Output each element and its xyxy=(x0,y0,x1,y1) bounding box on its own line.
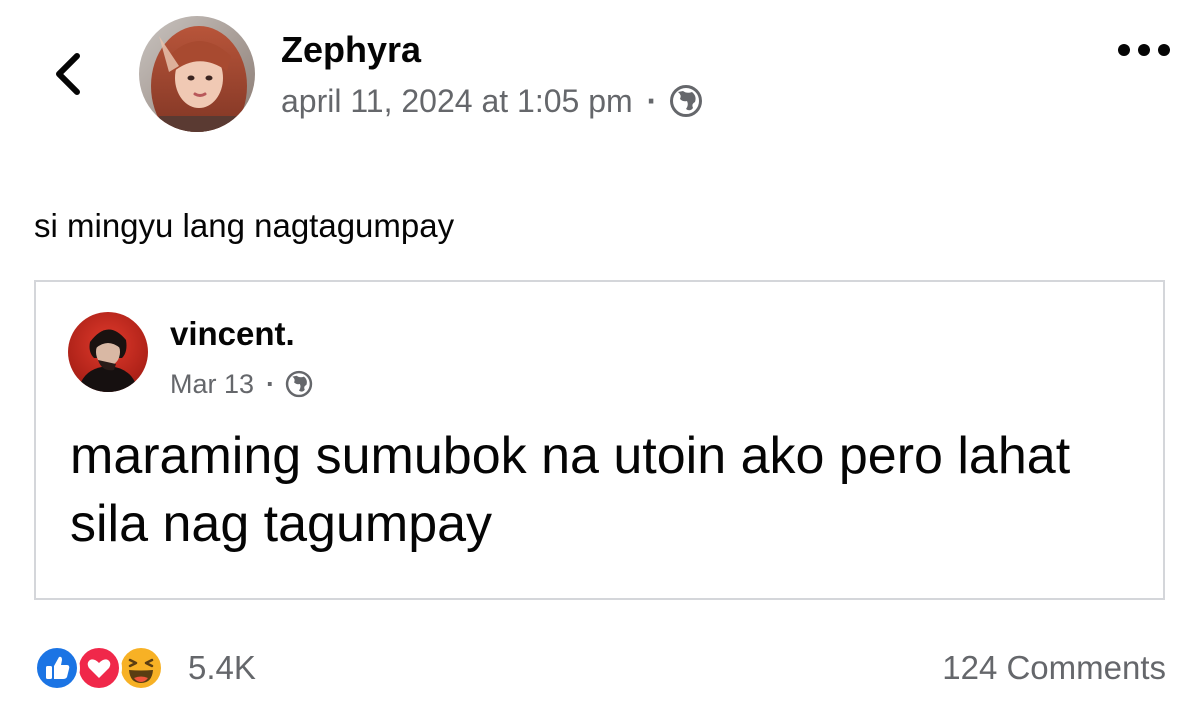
meta-separator: · xyxy=(266,368,276,399)
profile-photo xyxy=(139,16,255,132)
shared-post-meta: Mar 13 · xyxy=(170,366,313,402)
shared-post-timestamp[interactable]: Mar 13 xyxy=(170,369,254,400)
globe-icon xyxy=(670,85,703,117)
reaction-icons xyxy=(34,643,176,693)
post-text: si mingyu lang nagtagumpay xyxy=(34,207,455,244)
shared-post-avatar[interactable] xyxy=(68,312,148,392)
haha-icon xyxy=(118,645,164,691)
avatar[interactable] xyxy=(139,16,255,132)
back-button[interactable] xyxy=(44,48,92,100)
shared-post-text: maraming sumubok na utoin ako pero lahat… xyxy=(70,427,1071,553)
ellipsis-icon xyxy=(1118,44,1170,56)
more-options-button[interactable] xyxy=(1112,30,1176,70)
shared-profile-photo xyxy=(68,312,148,392)
shared-post-card[interactable]: vincent. Mar 13 · maraming sumubok na ut… xyxy=(34,280,1165,600)
chevron-left-icon xyxy=(56,53,80,95)
post-author-name[interactable]: Zephyra xyxy=(281,28,421,72)
post-meta: april 11, 2024 at 1:05 pm · xyxy=(281,80,703,122)
shared-post-author[interactable]: vincent. xyxy=(170,314,295,354)
like-icon xyxy=(34,645,80,691)
post-timestamp[interactable]: april 11, 2024 at 1:05 pm xyxy=(281,83,633,120)
reaction-count: 5.4K xyxy=(188,649,256,686)
meta-separator: · xyxy=(646,82,658,119)
love-icon xyxy=(76,645,122,691)
reactions-summary[interactable]: 5.4K xyxy=(34,640,256,696)
comments-count-link[interactable]: 124 Comments xyxy=(942,644,1166,692)
globe-icon xyxy=(285,370,313,398)
